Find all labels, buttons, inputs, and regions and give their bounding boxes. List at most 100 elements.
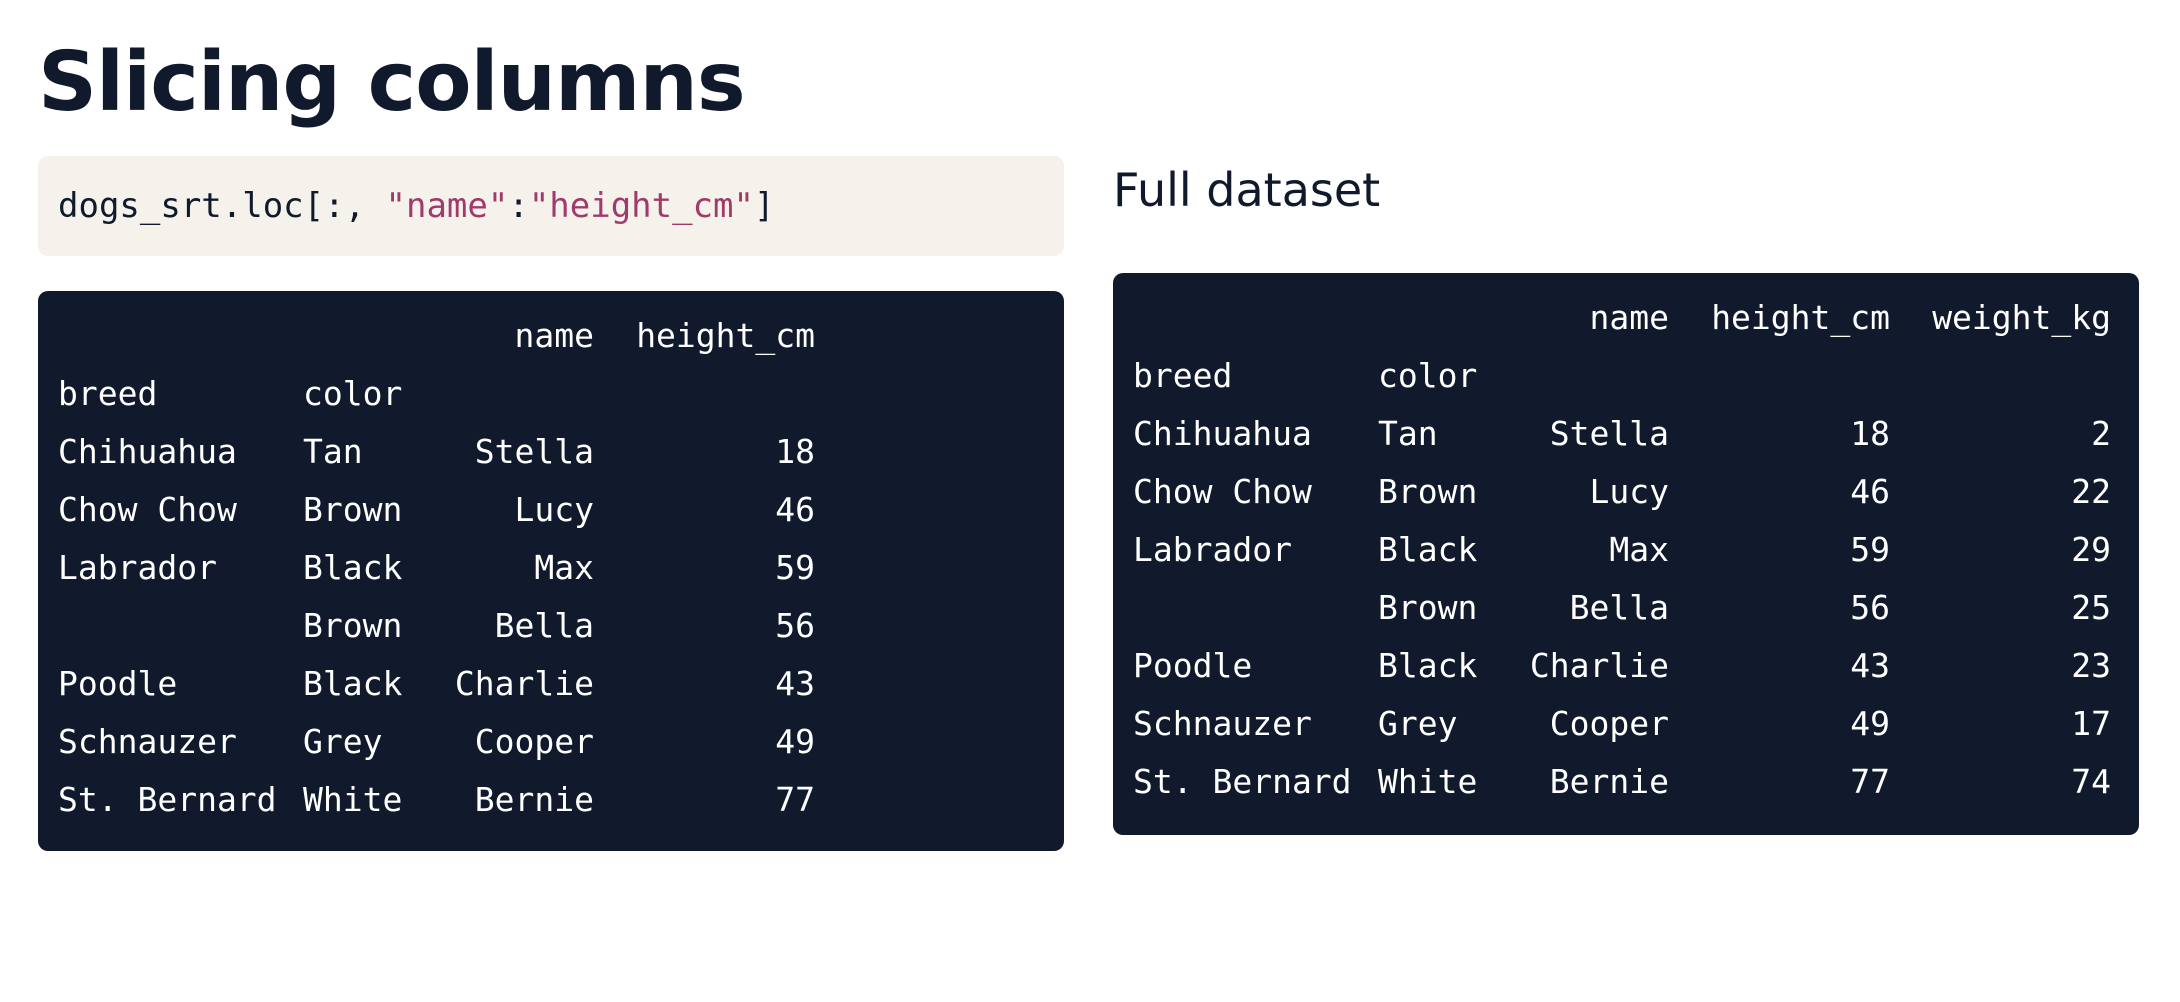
column-header: name [1589,298,1669,337]
color-cell: Tan [1378,414,1438,453]
code-block: dogs_srt.loc[:, "name": "height_cm"] [38,156,1064,256]
height-cell: 18 [1850,414,1890,453]
table-row: St. Bernard White Bernie 77 [58,771,815,829]
color-cell: Tan [303,432,363,471]
breed-cell: Schnauzer [58,722,237,761]
index-name: color [303,374,403,413]
sliced-dataframe: name height_cm breed color Chihuahua Tan… [58,307,815,829]
table-row: Brown Bella 56 25 [1133,579,2111,637]
height-cell: 43 [1850,646,1890,685]
breed-cell: Chihuahua [1133,414,1312,453]
weight-cell: 23 [2071,646,2111,685]
name-cell: Charlie [454,664,594,703]
index-name: breed [58,374,158,413]
code-separator: : [508,186,529,226]
header-row: name height_cm weight_kg [1133,289,2111,347]
index-name: color [1378,356,1478,395]
height-cell: 59 [1850,530,1890,569]
color-cell: Black [303,548,403,587]
name-cell: Bella [1569,588,1669,627]
name-cell: Stella [474,432,594,471]
height-cell: 56 [775,606,815,645]
breed-cell: Labrador [58,548,217,587]
name-cell: Charlie [1529,646,1669,685]
name-cell: Bernie [474,780,594,819]
table-row: Schnauzer Grey Cooper 49 [58,713,815,771]
code-suffix: ] [754,186,775,226]
color-cell: Brown [303,606,403,645]
table-row: Schnauzer Grey Cooper 49 17 [1133,695,2111,753]
weight-cell: 25 [2071,588,2111,627]
color-cell: Brown [1378,588,1478,627]
breed-cell: Chihuahua [58,432,237,471]
name-cell: Cooper [1549,704,1669,743]
name-cell: Lucy [1589,472,1669,511]
name-cell: Max [1609,530,1669,569]
color-cell: Grey [303,722,383,761]
breed-cell: Chow Chow [58,490,237,529]
code-string-name: "name" [385,186,509,226]
table-row: Labrador Black Max 59 [58,539,815,597]
index-name: breed [1133,356,1233,395]
breed-cell: Labrador [1133,530,1292,569]
breed-cell: St. Bernard [1133,762,1352,801]
column-header: name [514,316,594,355]
code-prefix: dogs_srt.loc[:, [58,186,386,226]
column-header: weight_kg [1932,298,2111,337]
sliced-output-table: name height_cm breed color Chihuahua Tan… [38,291,1064,851]
height-cell: 77 [1850,762,1890,801]
table-row: Chihuahua Tan Stella 18 [58,423,815,481]
height-cell: 59 [775,548,815,587]
height-cell: 18 [775,432,815,471]
breed-cell: Poodle [58,664,178,703]
slide-title: Slicing columns [38,35,746,130]
index-names-row: breed color [1133,347,2111,405]
table-row: Chihuahua Tan Stella 18 2 [1133,405,2111,463]
name-cell: Bella [494,606,594,645]
header-row: name height_cm [58,307,815,365]
color-cell: Brown [303,490,403,529]
color-cell: Grey [1378,704,1458,743]
color-cell: Brown [1378,472,1478,511]
full-dataset-title: Full dataset [1113,163,1381,217]
full-dataframe: name height_cm weight_kg breed color Chi… [1133,289,2111,811]
color-cell: Black [303,664,403,703]
breed-cell: St. Bernard [58,780,277,819]
name-cell: Lucy [514,490,594,529]
color-cell: Black [1378,530,1478,569]
breed-cell: Poodle [1133,646,1253,685]
height-cell: 49 [775,722,815,761]
height-cell: 46 [1850,472,1890,511]
name-cell: Stella [1549,414,1669,453]
weight-cell: 29 [2071,530,2111,569]
breed-cell [1133,579,1378,637]
height-cell: 43 [775,664,815,703]
weight-cell: 17 [2071,704,2111,743]
column-header: height_cm [1711,298,1890,337]
color-cell: White [303,780,403,819]
color-cell: Black [1378,646,1478,685]
table-row: Brown Bella 56 [58,597,815,655]
weight-cell: 22 [2071,472,2111,511]
name-cell: Bernie [1549,762,1669,801]
table-row: Chow Chow Brown Lucy 46 22 [1133,463,2111,521]
table-row: Poodle Black Charlie 43 [58,655,815,713]
full-dataset-table: name height_cm weight_kg breed color Chi… [1113,273,2139,835]
column-header: height_cm [636,316,815,355]
height-cell: 46 [775,490,815,529]
name-cell: Cooper [474,722,594,761]
weight-cell: 74 [2071,762,2111,801]
code-string-height: "height_cm" [528,186,754,226]
color-cell: White [1378,762,1478,801]
height-cell: 77 [775,780,815,819]
height-cell: 56 [1850,588,1890,627]
index-names-row: breed color [58,365,815,423]
name-cell: Max [534,548,594,587]
weight-cell: 2 [2091,414,2111,453]
breed-cell [58,597,303,655]
table-row: Poodle Black Charlie 43 23 [1133,637,2111,695]
table-row: Labrador Black Max 59 29 [1133,521,2111,579]
table-row: St. Bernard White Bernie 77 74 [1133,753,2111,811]
breed-cell: Chow Chow [1133,472,1312,511]
table-row: Chow Chow Brown Lucy 46 [58,481,815,539]
